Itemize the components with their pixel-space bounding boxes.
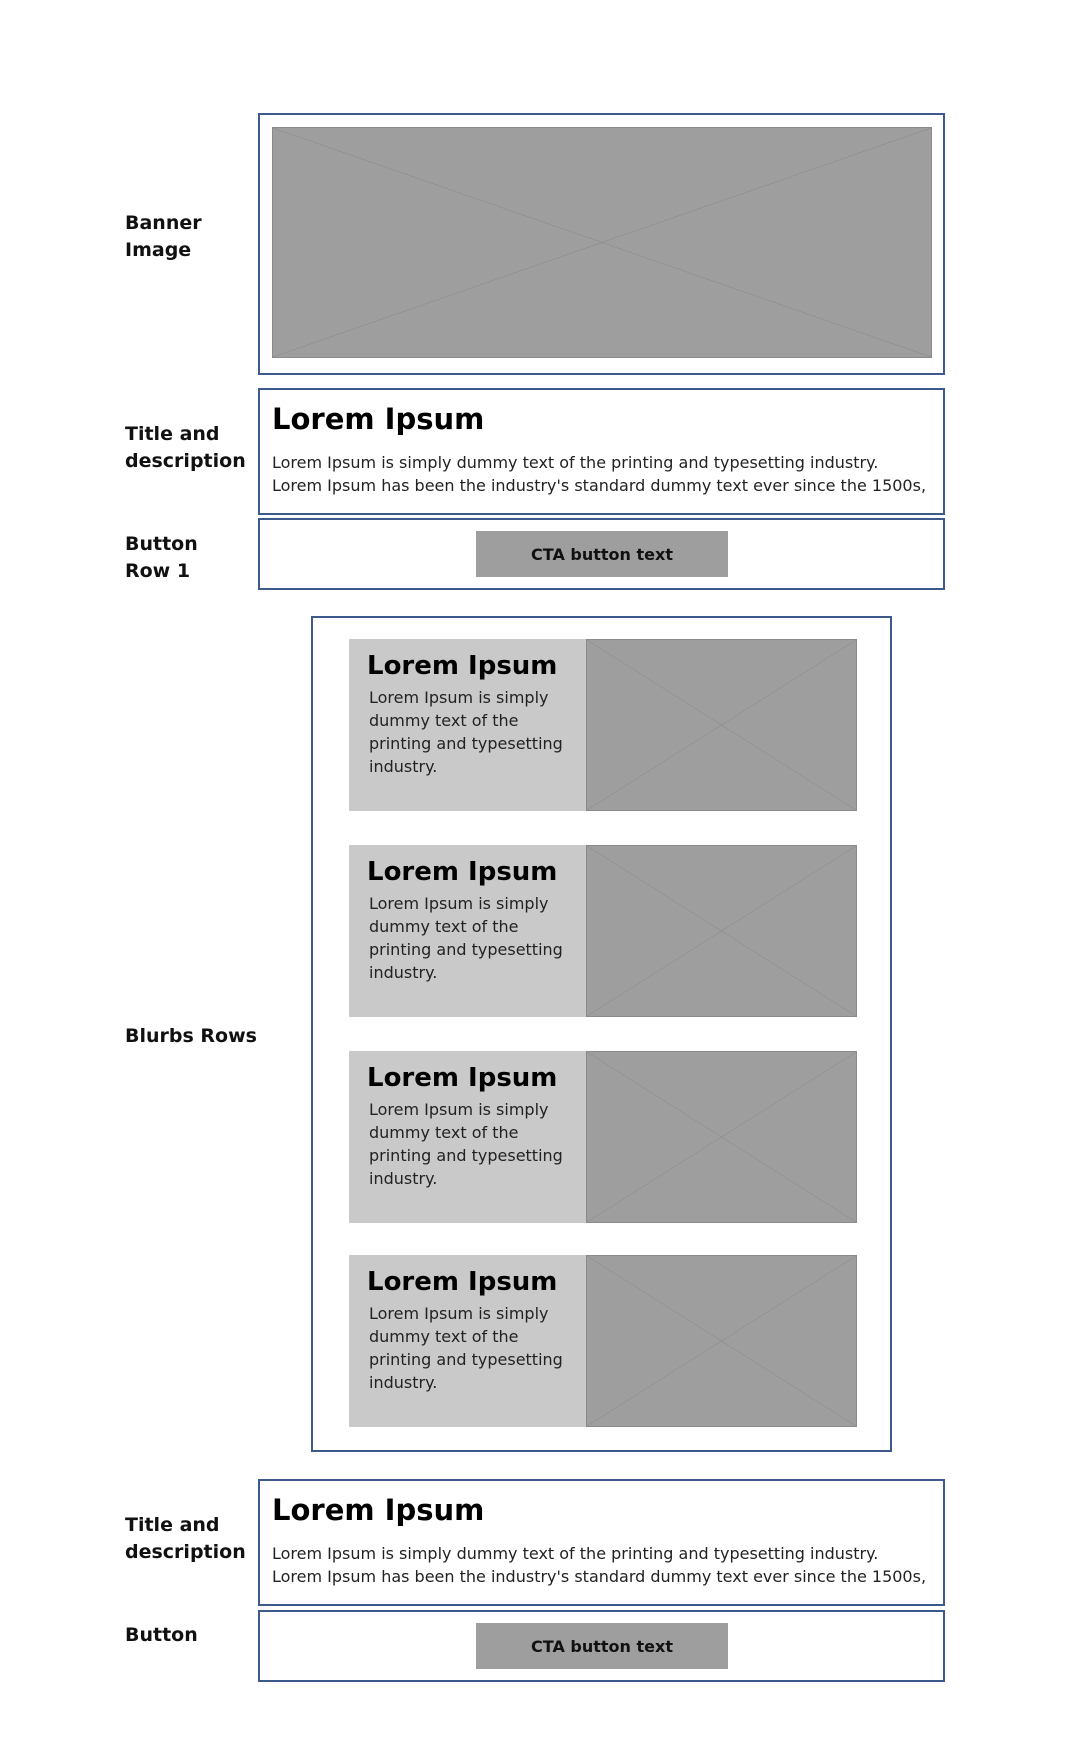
blurbs-frame: Lorem Ipsum Lorem Ipsum is simply dummy …: [311, 616, 892, 1452]
blurb-title: Lorem Ipsum: [367, 1267, 558, 1297]
blurb-description: Lorem Ipsum is simply dummy text of the …: [369, 1100, 563, 1188]
blurb-image-placeholder: [586, 845, 857, 1017]
blurb-title: Lorem Ipsum: [367, 857, 558, 887]
label-button-row-1: Button Row 1: [125, 533, 198, 582]
section-title: Lorem Ipsum: [272, 402, 485, 436]
title-description-frame-2: Lorem Ipsum Lorem Ipsum is simply dummy …: [258, 1479, 945, 1606]
label-title-description: Title and description: [125, 423, 246, 472]
blurb-image-placeholder: [586, 1255, 857, 1427]
section-title: Lorem Ipsum: [272, 1493, 485, 1527]
blurb-image-placeholder: [586, 639, 857, 811]
image-placeholder-icon: [273, 128, 931, 357]
blurb-card: Lorem Ipsum Lorem Ipsum is simply dummy …: [349, 845, 857, 1017]
blurb-description: Lorem Ipsum is simply dummy text of the …: [369, 894, 563, 982]
image-placeholder-icon: [587, 1256, 856, 1426]
blurb-card: Lorem Ipsum Lorem Ipsum is simply dummy …: [349, 639, 857, 811]
blurb-card: Lorem Ipsum Lorem Ipsum is simply dummy …: [349, 1051, 857, 1223]
blurb-text: Lorem Ipsum Lorem Ipsum is simply dummy …: [349, 1051, 586, 1223]
blurb-description: Lorem Ipsum is simply dummy text of the …: [369, 1304, 563, 1392]
label-button: Button: [125, 1624, 198, 1646]
blurb-title: Lorem Ipsum: [367, 651, 558, 681]
label-blurbs-rows: Blurbs Rows: [125, 1025, 257, 1047]
image-placeholder-icon: [587, 640, 856, 810]
cta-button[interactable]: CTA button text: [476, 1623, 728, 1669]
blurb-text: Lorem Ipsum Lorem Ipsum is simply dummy …: [349, 639, 586, 811]
label-title-description-2: Title and description: [125, 1514, 246, 1563]
blurb-image-placeholder: [586, 1051, 857, 1223]
image-placeholder-icon: [587, 1052, 856, 1222]
blurb-description: Lorem Ipsum is simply dummy text of the …: [369, 688, 563, 776]
blurb-card: Lorem Ipsum Lorem Ipsum is simply dummy …: [349, 1255, 857, 1427]
cta-button[interactable]: CTA button text: [476, 531, 728, 577]
blurb-title: Lorem Ipsum: [367, 1063, 558, 1093]
button-row-frame: CTA button text: [258, 518, 945, 590]
section-description: Lorem Ipsum is simply dummy text of the …: [272, 1544, 927, 1586]
banner-image-placeholder: [272, 127, 932, 358]
button-frame: CTA button text: [258, 1610, 945, 1682]
image-placeholder-icon: [587, 846, 856, 1016]
section-description: Lorem Ipsum is simply dummy text of the …: [272, 453, 927, 495]
title-description-frame: Lorem Ipsum Lorem Ipsum is simply dummy …: [258, 388, 945, 515]
blurb-text: Lorem Ipsum Lorem Ipsum is simply dummy …: [349, 1255, 586, 1427]
label-banner-image: Banner Image: [125, 212, 202, 261]
blurb-text: Lorem Ipsum Lorem Ipsum is simply dummy …: [349, 845, 586, 1017]
banner-frame: [258, 113, 945, 375]
